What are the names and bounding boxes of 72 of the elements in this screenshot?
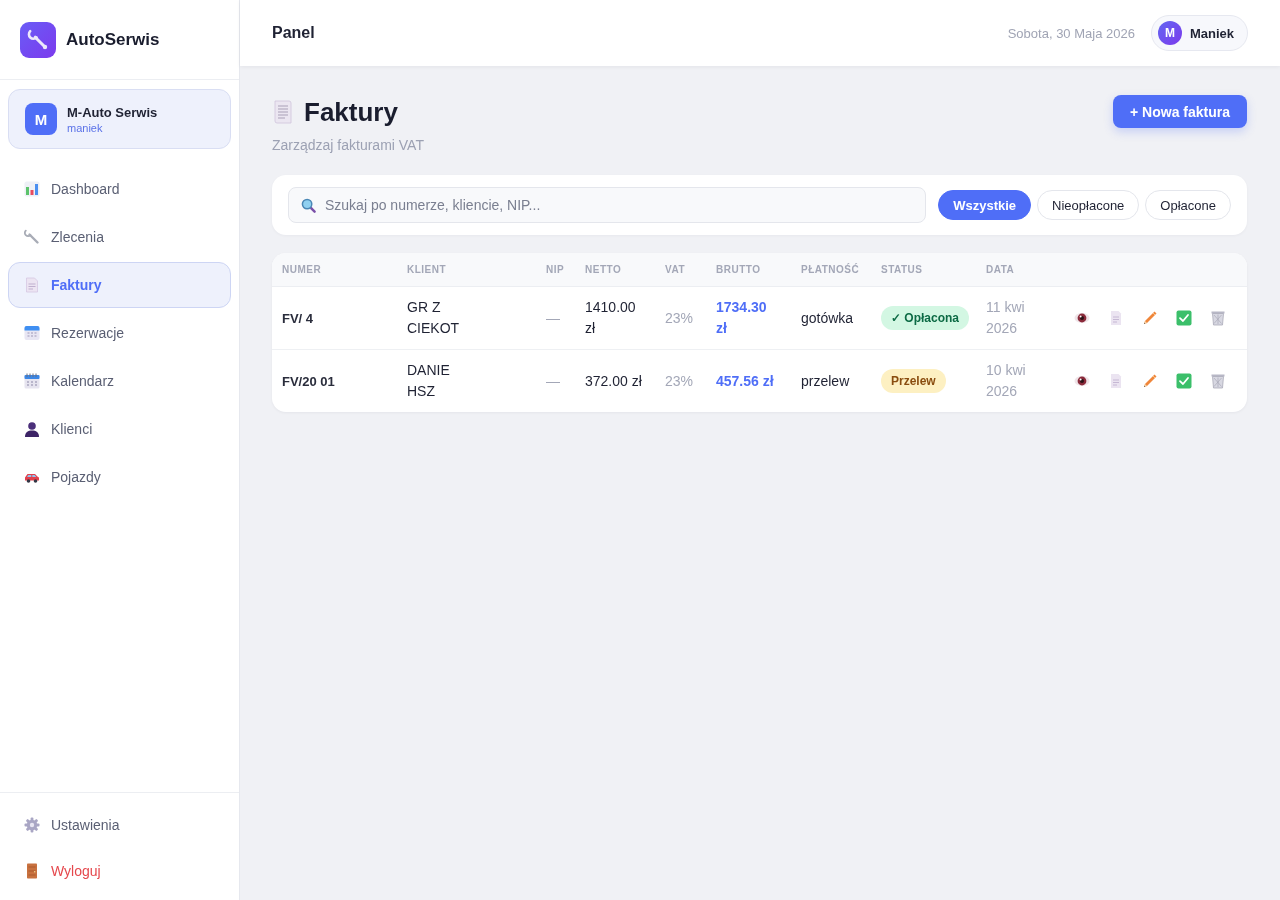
current-date: Sobota, 30 Maja 2026 <box>1007 25 1135 41</box>
column-header: KLIENT <box>407 264 447 275</box>
document-icon[interactable] <box>1108 310 1124 326</box>
calendar-icon <box>24 325 40 341</box>
column-header: BRUTTO <box>716 264 761 275</box>
column-header: NETTO <box>585 264 622 275</box>
invoice-number: FV/ 4 <box>282 310 314 326</box>
settings-icon <box>24 817 40 833</box>
nav-item[interactable]: Pojazdy <box>8 454 231 500</box>
vat-rate: 23% <box>665 309 694 326</box>
pencil-icon[interactable] <box>1142 373 1158 389</box>
nip-value: — <box>546 309 560 326</box>
user-avatar: M <box>1157 21 1182 45</box>
invoice-number: FV/20 01 <box>282 373 335 389</box>
column-header: VAT <box>665 264 685 275</box>
nav-item[interactable]: Dashboard <box>8 166 231 212</box>
payment-method: gotówka <box>801 309 854 326</box>
pencil-icon[interactable] <box>1142 310 1158 326</box>
filter-chip[interactable]: Opłacone <box>1145 190 1231 220</box>
nav-item[interactable]: Ustawienia <box>8 802 231 848</box>
document-icon <box>272 100 294 124</box>
check-icon[interactable] <box>1176 373 1192 389</box>
page-title: Panel <box>272 24 315 42</box>
gross-amount: 457.56 zł <box>716 371 774 391</box>
column-header: NIP <box>546 264 565 275</box>
status-badge: Przelew <box>881 369 946 393</box>
page-heading: Faktury <box>304 96 398 128</box>
calendar-icon <box>24 373 40 389</box>
check-icon[interactable] <box>1176 310 1192 326</box>
column-header: STATUS <box>881 264 923 275</box>
workshop-user: maniek <box>67 121 104 134</box>
brand-name: AutoSerwis <box>66 29 160 50</box>
nav-item[interactable]: Rezerwacje <box>8 310 231 356</box>
new-invoice-button[interactable]: + Nowa faktura <box>1113 95 1247 128</box>
trash-icon[interactable] <box>1210 373 1226 389</box>
gross-amount: 1734.30 zł <box>716 298 768 338</box>
vat-rate: 23% <box>665 372 694 389</box>
nav-item[interactable]: Zlecenia <box>8 214 231 260</box>
wrench-icon <box>20 21 56 58</box>
nav-item[interactable]: Kalendarz <box>8 358 231 404</box>
client-name: GR Z CIEKOT <box>407 298 461 338</box>
wrench-icon <box>24 229 40 245</box>
net-amount: 372.00 zł <box>585 371 642 391</box>
eye-icon[interactable] <box>1074 310 1090 326</box>
trash-icon[interactable] <box>1210 310 1226 326</box>
nav-item[interactable]: Wyloguj <box>8 848 231 894</box>
status-badge: ✓ Opłacona <box>881 306 969 330</box>
invoice-date: 11 kwi 2026 <box>986 298 1026 338</box>
filter-chip[interactable]: Nieopłacone <box>1037 190 1140 220</box>
nav-item[interactable]: Klienci <box>8 406 231 452</box>
client-name: DANIE HSZ <box>407 361 451 401</box>
nip-value: — <box>546 372 560 389</box>
search-icon <box>301 198 316 213</box>
column-header: NUMER <box>282 264 322 275</box>
eye-icon[interactable] <box>1074 373 1090 389</box>
person-icon <box>24 421 40 437</box>
invoice-date: 10 kwi 2026 <box>986 361 1027 401</box>
workshop-name: M-Auto Serwis <box>67 104 158 120</box>
workshop-avatar: M <box>25 103 57 135</box>
document-icon[interactable] <box>1108 373 1124 389</box>
page-subtitle: Zarządzaj fakturami VAT <box>272 137 424 153</box>
bar-chart-icon <box>24 181 40 197</box>
net-amount: 1410.00 zł <box>585 298 637 338</box>
nav-item[interactable]: Faktury <box>8 262 231 308</box>
document-icon <box>24 277 40 293</box>
door-icon <box>24 863 40 879</box>
column-header: DATA <box>986 264 1015 275</box>
payment-method: przelew <box>801 372 850 389</box>
user-menu[interactable]: M Maniek <box>1150 15 1248 51</box>
filter-chip[interactable]: Wszystkie <box>938 190 1032 220</box>
search-field[interactable]: Szukaj po numerze, kliencie, NIP... <box>288 187 927 223</box>
column-header: PŁATNOŚĆ <box>801 264 860 275</box>
